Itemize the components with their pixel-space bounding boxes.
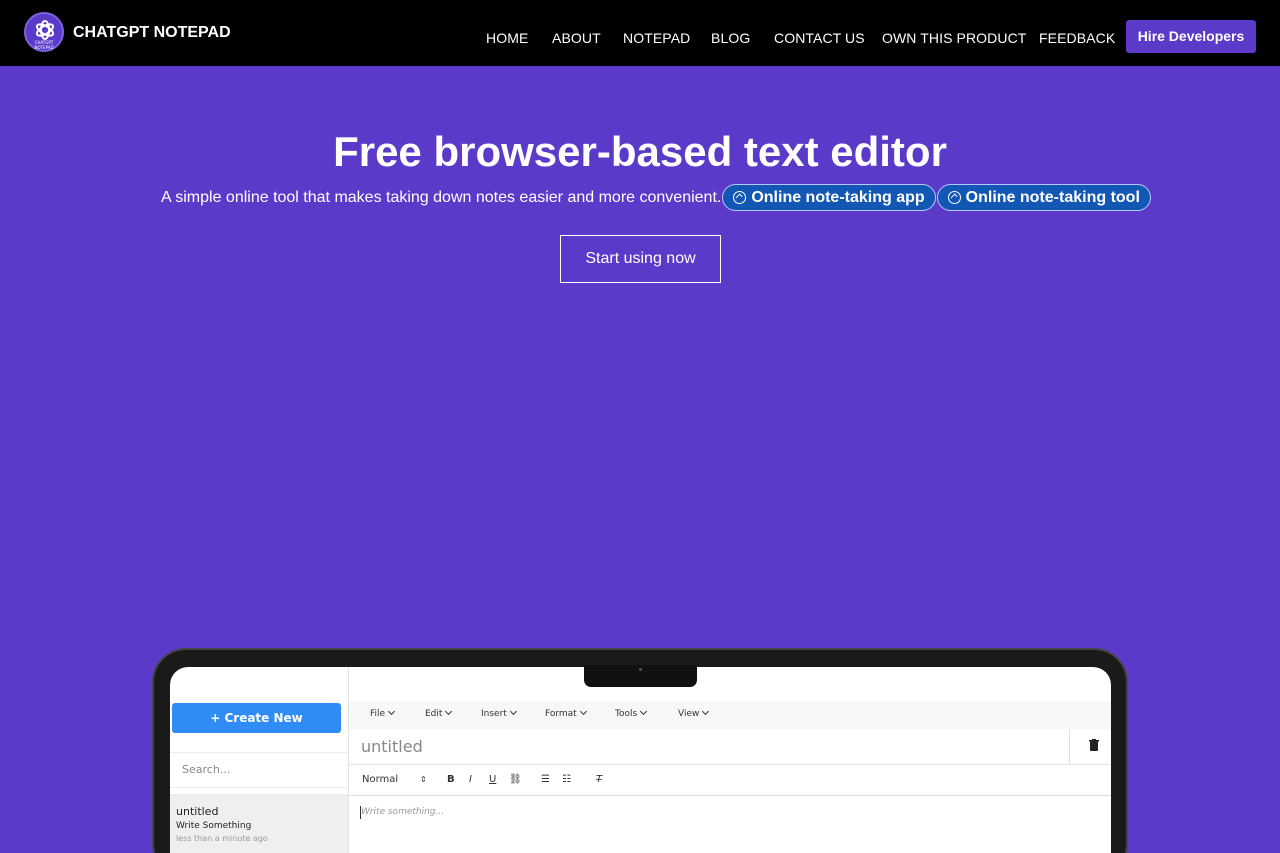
- tag-label: Online note-taking app: [751, 188, 925, 206]
- search-input[interactable]: Search...: [170, 752, 348, 788]
- tag-online-note-taking-app[interactable]: Online note-taking app: [722, 184, 936, 211]
- nav-own-this-product[interactable]: OWN THIS PRODUCT: [882, 30, 1026, 46]
- start-using-now-button[interactable]: Start using now: [560, 235, 721, 283]
- nav-feedback[interactable]: FEEDBACK: [1039, 30, 1115, 46]
- divider: [1069, 729, 1070, 765]
- tag-online-note-taking-tool[interactable]: Online note-taking tool: [936, 184, 1151, 211]
- formatting-toolbar: Normal ⇕ B I U ⛓ ☰ ☷ T̶: [349, 765, 1111, 796]
- chevron-down-icon: [388, 707, 396, 716]
- hire-developers-button[interactable]: Hire Developers: [1126, 20, 1256, 53]
- bullet-list-icon[interactable]: ☷: [562, 774, 571, 785]
- select-arrows-icon: ⇕: [420, 775, 427, 784]
- create-new-button[interactable]: + Create New: [172, 703, 341, 733]
- hero-subtitle: A simple online tool that makes taking d…: [161, 188, 722, 206]
- note-title: untitled: [176, 805, 219, 818]
- italic-icon[interactable]: I: [469, 774, 472, 785]
- chevron-down-icon: [579, 707, 587, 716]
- menu-insert[interactable]: Insert: [481, 707, 517, 719]
- document-title-input[interactable]: untitled: [361, 737, 423, 756]
- editor-body[interactable]: Write something...: [361, 807, 444, 817]
- arrow-up-circle-icon: [947, 191, 961, 204]
- style-select[interactable]: Normal: [362, 774, 398, 785]
- hero-subtitle-row: A simple online tool that makes taking d…: [161, 184, 1151, 211]
- document-title-bar: untitled: [349, 729, 1111, 765]
- brand-name[interactable]: CHATGPT NOTEPAD: [73, 24, 231, 42]
- hero-title: Free browser-based text editor: [333, 128, 947, 175]
- menu-view[interactable]: View: [678, 707, 710, 719]
- openai-knot-icon: [35, 20, 55, 40]
- note-snippet: Write Something: [176, 821, 252, 831]
- laptop-notch: [584, 665, 697, 687]
- camera-icon: [639, 668, 642, 671]
- menu-tools[interactable]: Tools: [615, 707, 648, 719]
- chevron-down-icon: [509, 707, 517, 716]
- menu-file[interactable]: File: [370, 707, 396, 719]
- nav-blog[interactable]: BLOG: [711, 30, 750, 46]
- nav-about[interactable]: ABOUT: [552, 30, 601, 46]
- arrow-up-circle-icon: [733, 191, 747, 204]
- nav-home[interactable]: HOME: [486, 30, 528, 46]
- list-item[interactable]: untitled Write Something less than a min…: [170, 794, 348, 853]
- menu-format[interactable]: Format: [545, 707, 587, 719]
- chevron-down-icon: [445, 707, 453, 716]
- top-navbar: CHATGPT NOTEPAD CHATGPT NOTEPAD HOME ABO…: [0, 0, 1280, 66]
- trash-icon[interactable]: [1089, 739, 1099, 751]
- clear-format-icon[interactable]: T̶: [596, 774, 602, 785]
- menu-edit[interactable]: Edit: [425, 707, 453, 719]
- ordered-list-icon[interactable]: ☰: [541, 774, 550, 785]
- underline-icon[interactable]: U: [489, 774, 496, 785]
- bold-icon[interactable]: B: [447, 774, 455, 785]
- chevron-down-icon: [702, 707, 710, 716]
- tag-label: Online note-taking tool: [965, 188, 1140, 206]
- note-timestamp: less than a minute ago: [176, 834, 268, 843]
- logo-text: CHATGPT NOTEPAD: [34, 40, 54, 50]
- nav-notepad[interactable]: NOTEPAD: [623, 30, 690, 46]
- notes-sidebar: + Create New Search... untitled Write So…: [170, 667, 349, 853]
- link-icon[interactable]: ⛓: [509, 774, 522, 785]
- app-preview-screen: + Create New Search... untitled Write So…: [170, 667, 1111, 853]
- logo-icon[interactable]: CHATGPT NOTEPAD: [24, 12, 64, 52]
- chevron-down-icon: [640, 707, 648, 716]
- nav-contact-us[interactable]: CONTACT US: [774, 30, 865, 46]
- editor-menubar: File Edit Insert Format Tools View: [349, 701, 1111, 729]
